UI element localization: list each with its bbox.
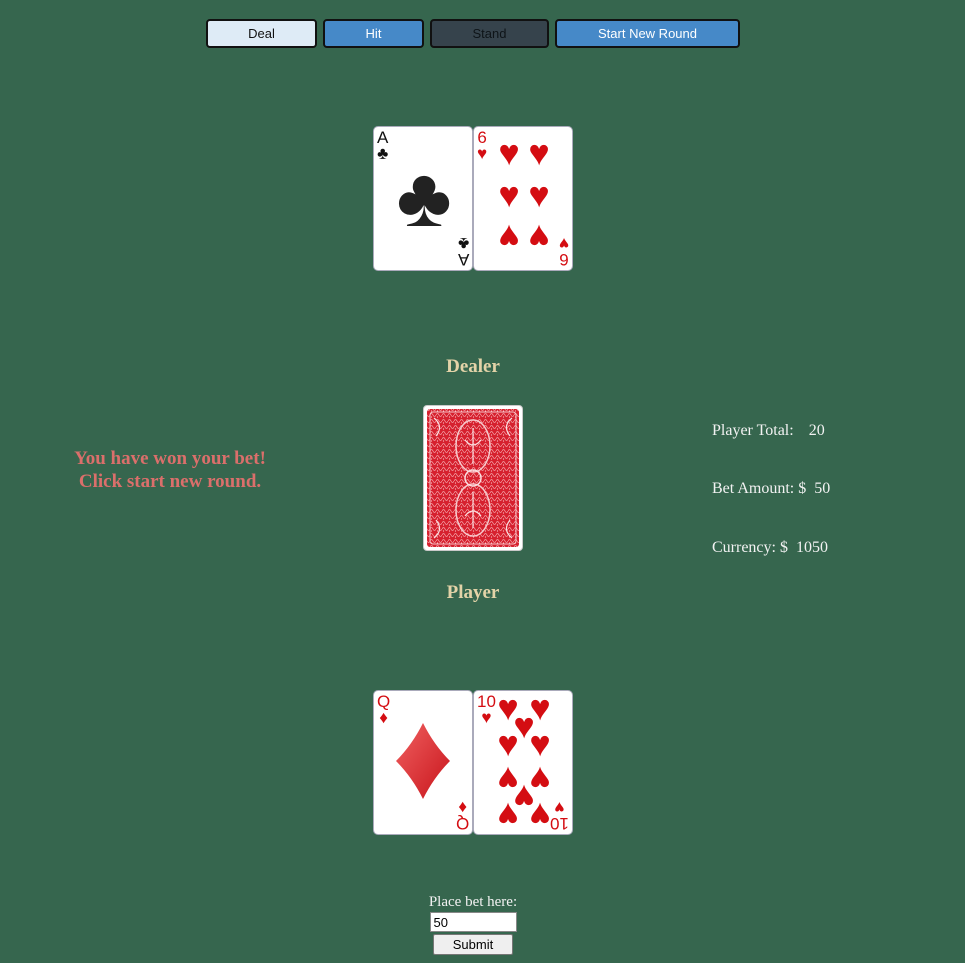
submit-bet-button[interactable]: Submit xyxy=(433,934,513,955)
currency-label: Currency: $ xyxy=(712,539,788,556)
result-message: You have won your bet! Click start new r… xyxy=(74,448,266,492)
dealer-card-1: A ♣ ♣ A ♣ xyxy=(373,126,473,271)
player-card-1: Q ♦ Q ♦ xyxy=(373,690,473,835)
club-icon: ♣ xyxy=(396,150,452,244)
player-card-2: 10 ♥ ♥ ♥ ♥ ♥ ♥ ♥ ♥ ♥ ♥ ♥ 10 ♥ xyxy=(473,690,573,835)
player-label: Player xyxy=(446,582,500,603)
bet-amount-value: 50 xyxy=(814,480,831,497)
stand-button[interactable]: Stand xyxy=(430,19,549,48)
player-total-label: Player Total: xyxy=(712,422,794,439)
player-total: Player Total: 20 xyxy=(712,422,825,440)
bet-form: Place bet here: Submit xyxy=(373,894,573,955)
card-suit: ♥ xyxy=(477,144,488,163)
bet-input[interactable] xyxy=(429,912,517,932)
currency-value: 1050 xyxy=(795,539,828,556)
heart-icon: ♥ xyxy=(497,723,519,764)
heart-icon: ♥ xyxy=(528,217,550,258)
card-suit: ♣ xyxy=(457,234,469,253)
start-new-round-button[interactable]: Start New Round xyxy=(555,19,740,48)
bet-label: Place bet here: xyxy=(428,894,518,910)
heart-icon: ♥ xyxy=(528,174,550,215)
card-suit: ♥ xyxy=(558,234,569,253)
heart-icon: ♥ xyxy=(529,723,551,764)
deal-button[interactable]: Deal xyxy=(206,19,317,48)
card-suit: ♦ xyxy=(379,708,388,727)
card-back-pattern-icon xyxy=(427,409,519,547)
hit-button[interactable]: Hit xyxy=(323,19,424,48)
deck-card-back[interactable] xyxy=(423,405,523,551)
player-total-value: 20 xyxy=(808,422,825,439)
bet-amount: Bet Amount: $ 50 xyxy=(712,480,830,498)
diamond-icon xyxy=(396,723,450,799)
bet-amount-label: Bet Amount: $ xyxy=(712,480,807,497)
currency: Currency: $ 1050 xyxy=(712,539,828,557)
heart-icon: ♥ xyxy=(528,132,550,173)
dealer-card-2: 6 ♥ ♥ ♥ ♥ ♥ ♥ ♥ 6 ♥ xyxy=(473,126,573,271)
dealer-label: Dealer xyxy=(446,356,500,377)
card-suit: ♣ xyxy=(377,144,389,163)
heart-icon: ♥ xyxy=(497,795,519,835)
